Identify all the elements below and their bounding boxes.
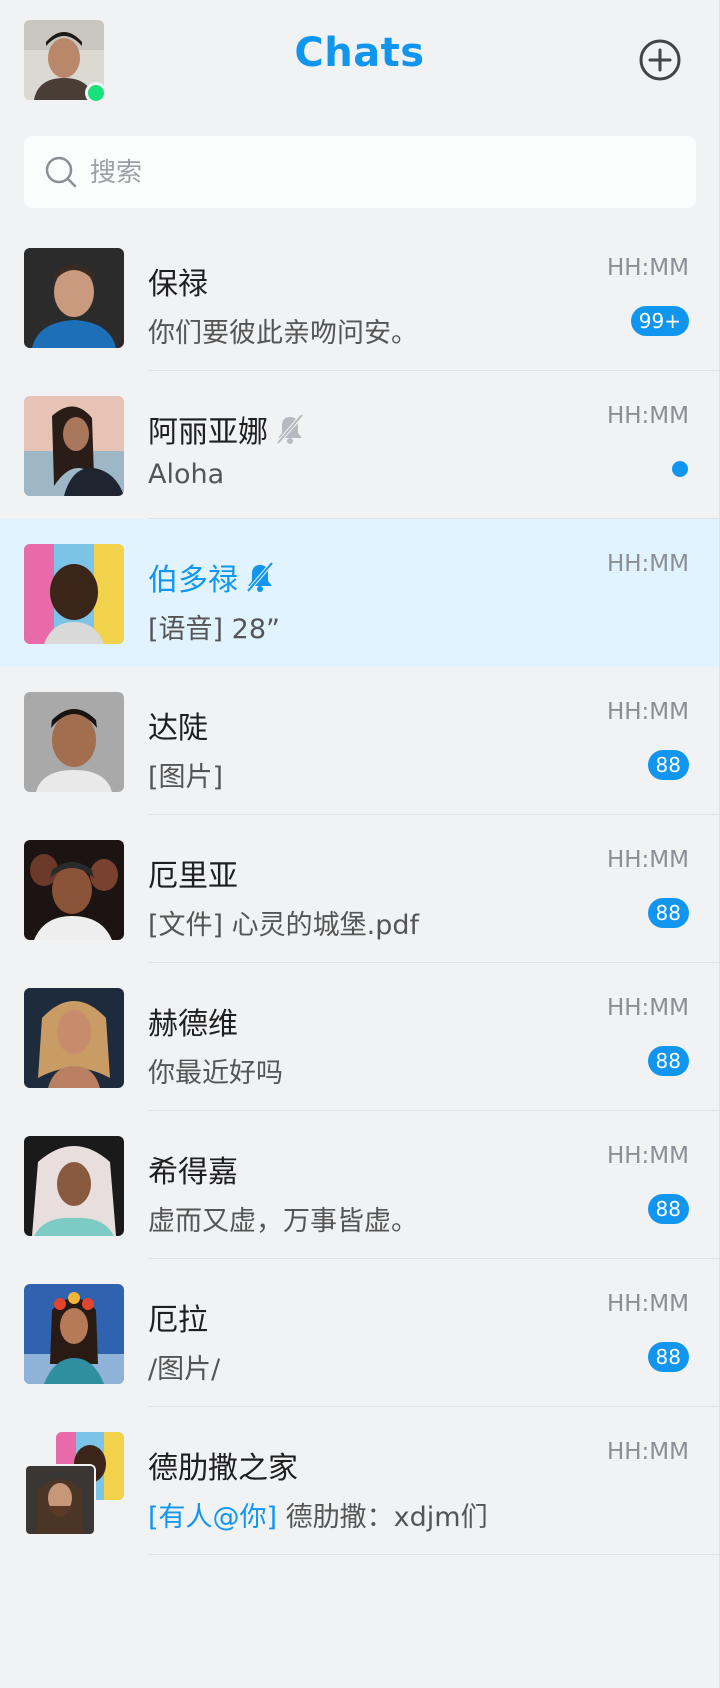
header: Chats: [0, 0, 719, 120]
chat-preview: [语音] 28”: [148, 614, 280, 645]
mute-bell-icon: [246, 561, 274, 593]
chat-preview-text: 德肋撒：xdjm们: [285, 1502, 488, 1533]
avatar: [24, 840, 124, 940]
add-chat-button[interactable]: [638, 38, 682, 82]
chat-row[interactable]: 阿丽亚娜 Aloha HH:MM: [0, 371, 719, 519]
chat-time: HH:MM: [606, 403, 689, 429]
chat-preview: [文件] 心灵的城堡.pdf: [148, 910, 420, 941]
chat-name: 保禄: [148, 267, 208, 302]
chat-preview: 你们要彼此亲吻问安。: [148, 318, 418, 349]
unread-dot: [672, 461, 688, 477]
chat-time: HH:MM: [606, 1439, 689, 1465]
chat-preview: [有人@你] 德肋撒：xdjm们: [148, 1495, 608, 1534]
avatar: [24, 692, 124, 792]
avatar: [24, 1284, 124, 1384]
chat-name: 厄拉: [148, 1303, 208, 1338]
avatar: [24, 396, 124, 496]
chat-list-panel: Chats 保禄: [0, 0, 720, 1688]
chat-time: HH:MM: [606, 1291, 689, 1317]
divider: [148, 1554, 719, 1555]
chat-row[interactable]: 保禄 你们要彼此亲吻问安。 HH:MM 99+: [0, 223, 719, 371]
chat-name: 希得嘉: [148, 1155, 238, 1190]
mention-tag: [有人@你]: [148, 1502, 278, 1533]
chat-preview: /图片/: [148, 1354, 221, 1385]
unread-badge: 88: [647, 1046, 689, 1076]
unread-badge: 88: [647, 1342, 689, 1372]
plus-circle-icon: [639, 39, 681, 81]
group-member-avatar: [24, 1464, 96, 1536]
avatar: [24, 248, 124, 348]
chat-name: 德肋撒之家: [148, 1451, 298, 1486]
chat-preview: [图片]: [148, 762, 224, 793]
chat-preview: 虚而又虚，万事皆虚。: [148, 1206, 418, 1237]
online-status-dot: [85, 82, 107, 104]
chat-time: HH:MM: [606, 847, 689, 873]
search-icon: [45, 156, 77, 188]
unread-badge: 88: [647, 898, 689, 928]
chat-time: HH:MM: [606, 1143, 689, 1169]
chat-name: 厄里亚: [148, 859, 238, 894]
chat-name: 阿丽亚娜: [148, 407, 308, 451]
chat-row[interactable]: 赫德维 你最近好吗 HH:MM 88: [0, 963, 719, 1111]
chat-list: 保禄 你们要彼此亲吻问安。 HH:MM 99+ 阿丽亚娜 Aloha HH:MM…: [0, 223, 719, 1555]
chat-name: 达陡: [148, 711, 208, 746]
chat-row-group[interactable]: 德肋撒之家 [有人@你] 德肋撒：xdjm们 HH:MM: [0, 1407, 719, 1555]
unread-badge: 88: [647, 1194, 689, 1224]
chat-preview: Aloha: [148, 459, 225, 490]
chat-row[interactable]: 希得嘉 虚而又虚，万事皆虚。 HH:MM 88: [0, 1111, 719, 1259]
unread-badge: 99+: [630, 306, 689, 336]
chat-time: HH:MM: [606, 699, 689, 725]
avatar: [24, 544, 124, 644]
avatar: [24, 1136, 124, 1236]
chat-time: HH:MM: [606, 551, 689, 577]
chat-row[interactable]: 厄里亚 [文件] 心灵的城堡.pdf HH:MM 88: [0, 815, 719, 963]
avatar: [24, 988, 124, 1088]
chat-row[interactable]: 达陡 [图片] HH:MM 88: [0, 667, 719, 815]
search-bar[interactable]: [24, 136, 696, 208]
group-avatar: [24, 1432, 124, 1536]
mute-bell-icon: [276, 413, 304, 445]
chat-name: 伯多禄: [148, 555, 278, 599]
chat-preview: 你最近好吗: [148, 1058, 283, 1089]
page-title: Chats: [294, 30, 425, 76]
chat-time: HH:MM: [606, 255, 689, 281]
unread-badge: 88: [647, 750, 689, 780]
chat-time: HH:MM: [606, 995, 689, 1021]
chat-row[interactable]: 厄拉 /图片/ HH:MM 88: [0, 1259, 719, 1407]
chat-row-active[interactable]: 伯多禄 [语音] 28” HH:MM: [0, 519, 719, 667]
search-input[interactable]: [88, 152, 652, 194]
chat-name: 赫德维: [148, 1007, 238, 1042]
